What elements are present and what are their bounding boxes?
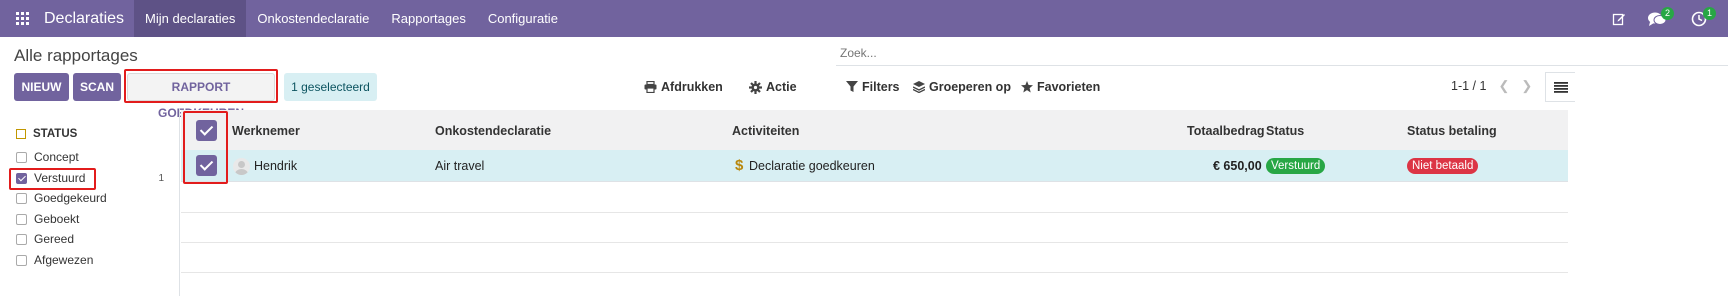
app-name[interactable]: Declaraties <box>44 10 134 28</box>
pager: 1-1 / 1 ❮ ❯ <box>1451 78 1532 94</box>
list-icon <box>1553 81 1568 93</box>
selected-count: 1 geselecteerd <box>284 73 377 101</box>
status-filter-afgewezen[interactable]: Afgewezen <box>16 251 176 269</box>
status-count: 1 <box>158 172 164 184</box>
search-input[interactable] <box>836 40 1728 65</box>
table-header: Werknemer Onkostendeclaratie Activiteite… <box>181 110 1568 152</box>
checkbox-highlight-box <box>183 111 228 184</box>
checkbox[interactable] <box>16 192 27 204</box>
employee-cell: Hendrik <box>254 159 298 173</box>
search-box[interactable] <box>836 40 1728 66</box>
checkbox[interactable] <box>16 151 27 163</box>
chevron-left-icon[interactable]: ❮ <box>1498 78 1509 94</box>
apps-menu-icon[interactable] <box>0 0 44 37</box>
print-label: Afdrukken <box>661 80 723 94</box>
empty-row <box>181 213 1568 243</box>
menu-expense-reports[interactable]: Onkostendeclaratie <box>246 0 380 37</box>
menu-my-expenses[interactable]: Mijn declaraties <box>134 0 247 37</box>
print-icon <box>644 81 657 93</box>
filters-button[interactable]: Filters <box>846 78 900 96</box>
report-cell: Air travel <box>435 159 485 173</box>
checkbox[interactable] <box>16 254 27 266</box>
column-header[interactable]: Werknemer <box>232 110 300 152</box>
empty-row <box>181 183 1568 213</box>
column-header[interactable]: Onkostendeclaratie <box>435 110 551 152</box>
favorites-label: Favorieten <box>1037 80 1101 94</box>
layers-icon <box>913 81 925 93</box>
messages-icon[interactable]: 2 <box>1636 0 1678 37</box>
page-title: Alle rapportages <box>14 46 138 65</box>
gear-icon <box>749 80 762 94</box>
expense-report-list: Werknemer Onkostendeclaratie Activiteite… <box>181 108 1728 296</box>
activity-cell[interactable]: Declaratie goedkeuren <box>749 150 875 182</box>
menu-reporting[interactable]: Rapportages <box>380 0 476 37</box>
group-by-button[interactable]: Groeperen op <box>913 78 1011 96</box>
status-header-icon <box>16 129 26 139</box>
new-button[interactable]: NIEUW <box>14 73 69 101</box>
status-filter-goedgekeurd[interactable]: Goedgekeurd <box>16 189 176 207</box>
column-header[interactable]: Status <box>1266 110 1304 152</box>
group-by-label: Groeperen op <box>929 80 1011 94</box>
status-filter-geboekt[interactable]: Geboekt <box>16 210 176 228</box>
verstuurd-highlight-box <box>9 168 96 190</box>
menu-configuration[interactable]: Configuratie <box>477 0 569 37</box>
checkbox[interactable] <box>16 233 27 245</box>
top-navbar: Declaraties Mijn declaraties Onkostendec… <box>0 0 1728 37</box>
status-header: STATUS <box>16 128 77 140</box>
scan-button[interactable]: SCAN <box>73 73 121 101</box>
approve-highlight-box <box>124 69 278 103</box>
payment-status-badge: Niet betaald <box>1407 158 1479 174</box>
total-cell: € 650,00 <box>1213 159 1262 173</box>
chevron-right-icon[interactable]: ❯ <box>1521 78 1532 94</box>
star-icon <box>1021 81 1033 93</box>
list-view-button[interactable] <box>1545 72 1575 102</box>
print-button[interactable]: Afdrukken <box>644 78 723 96</box>
action-label: Actie <box>766 80 797 94</box>
status-filter-gereed[interactable]: Gereed <box>16 230 176 248</box>
pager-value[interactable]: 1-1 / 1 <box>1451 79 1486 93</box>
activities-badge: 1 <box>1703 7 1716 20</box>
column-header[interactable]: Status betaling <box>1407 110 1497 152</box>
dollar-icon[interactable]: $ <box>735 150 743 182</box>
action-button[interactable]: Actie <box>749 78 797 96</box>
edit-icon[interactable] <box>1602 0 1636 37</box>
status-badge: Verstuurd <box>1266 158 1326 174</box>
favorites-button[interactable]: Favorieten <box>1021 78 1100 96</box>
clock-icon[interactable]: 1 <box>1678 0 1720 37</box>
messages-badge: 2 <box>1661 7 1674 20</box>
status-filter-concept[interactable]: Concept <box>16 148 176 166</box>
status-side-panel: STATUS Concept Verstuurd 1 Goedgekeurd G… <box>0 108 180 296</box>
table-row[interactable]: Hendrik Air travel $ Declaratie goedkeur… <box>181 150 1568 182</box>
column-header[interactable]: Activiteiten <box>732 110 799 152</box>
column-header[interactable]: Totaalbedrag <box>1187 110 1265 152</box>
filter-icon <box>846 81 858 92</box>
avatar <box>233 158 250 175</box>
empty-row <box>181 243 1568 273</box>
checkbox[interactable] <box>16 213 27 225</box>
filters-label: Filters <box>862 80 900 94</box>
